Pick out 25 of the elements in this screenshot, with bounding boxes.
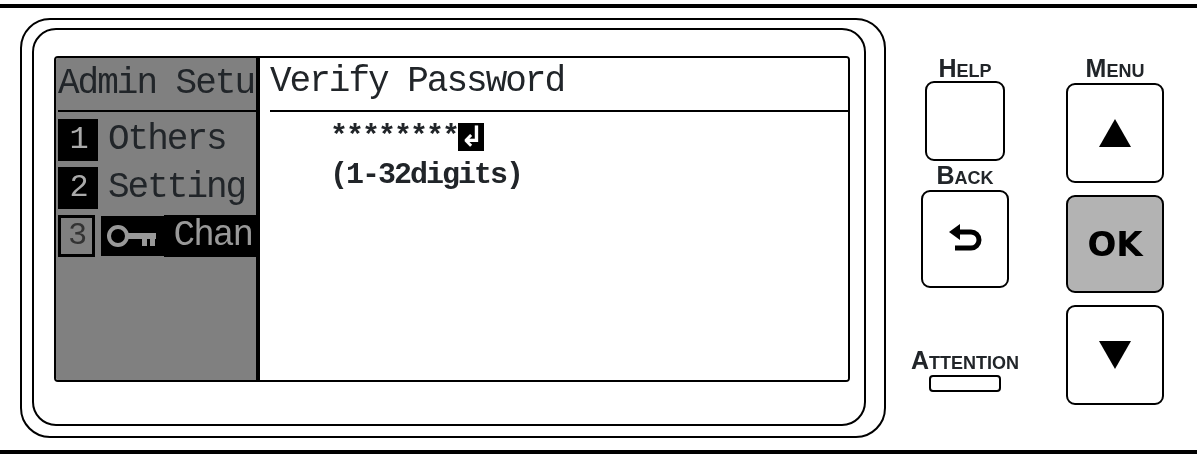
item-number: 3	[58, 215, 96, 257]
attention-lamp	[929, 375, 1001, 392]
back-button[interactable]	[921, 190, 1009, 288]
down-triangle-icon	[1099, 341, 1131, 369]
key-label: Back	[936, 163, 994, 188]
key-label: Attention	[910, 348, 1019, 373]
up-triangle-icon	[1099, 119, 1131, 147]
key-label: Menu	[1085, 56, 1145, 81]
password-value: ********	[330, 122, 459, 152]
up-button[interactable]	[1066, 83, 1164, 183]
help-button[interactable]	[925, 81, 1005, 161]
item-number: 2	[58, 167, 98, 209]
down-button[interactable]	[1066, 305, 1164, 405]
key-label: Help	[938, 56, 992, 81]
item-number: 1	[58, 119, 98, 161]
ok-button[interactable]: OK	[1066, 195, 1164, 293]
menu-title: Admin Setu	[58, 60, 256, 112]
password-hint: (1-32digits)	[330, 160, 524, 190]
key-icon	[101, 216, 164, 256]
menu-item[interactable]: Setting	[98, 167, 250, 209]
menu-item[interactable]: Others	[98, 119, 230, 161]
enter-cursor: ↲	[458, 123, 484, 151]
dialog-title: Verify Password	[270, 58, 848, 112]
back-arrow-icon	[947, 224, 983, 254]
menu-item[interactable]: Chan	[163, 215, 256, 257]
